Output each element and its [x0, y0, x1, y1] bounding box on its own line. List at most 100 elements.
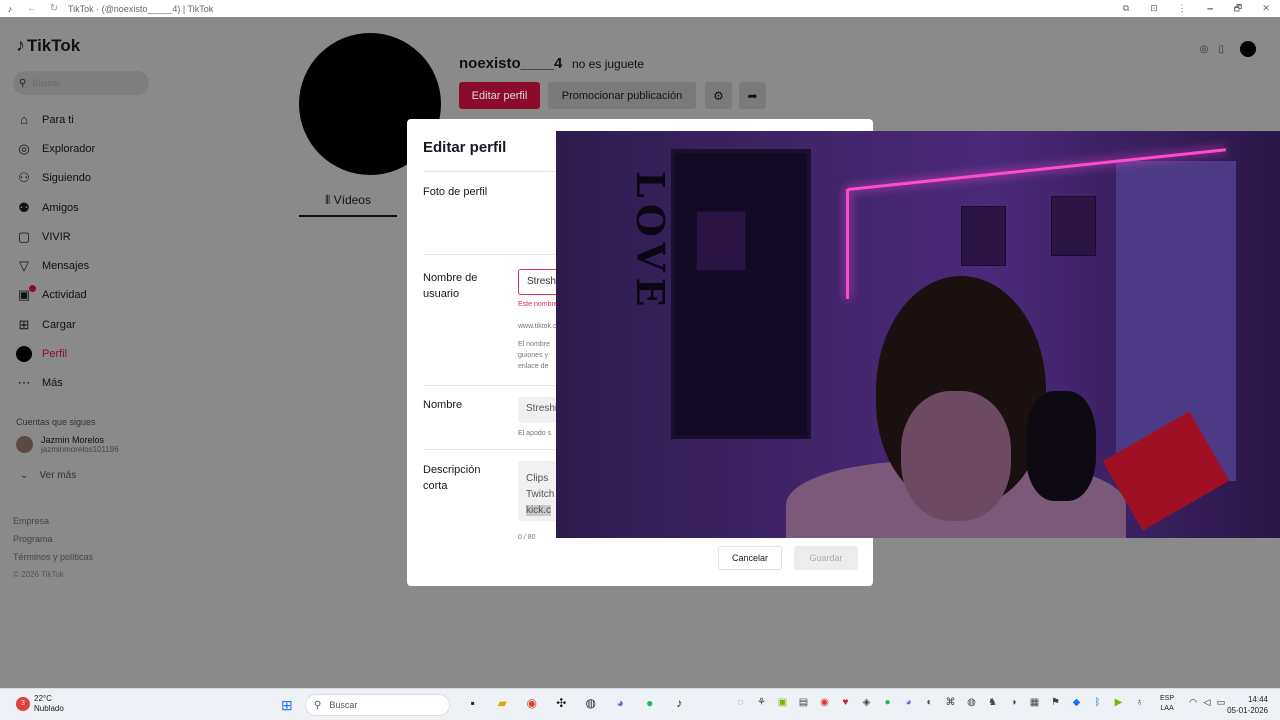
wifi-icon: ◠ [1189, 697, 1197, 707]
battery-icon: ▭ [1216, 697, 1226, 707]
steam-icon[interactable]: ◍ [961, 697, 982, 708]
steam-icon[interactable]: ◍ [576, 696, 606, 710]
webcam-overlay: LOVE [556, 131, 1280, 538]
tray-app-icon[interactable]: ⚘ [751, 697, 772, 708]
avatar [16, 436, 33, 453]
tray-icons: ◌ ⚘ ▣ ▤ ◉ ♥ ◈ ● ◕ ◐ ⌘ ◍ ♞ ◑ ▦ ⚑ ◆ ᛒ ▶ ♁ [730, 697, 1150, 708]
back-icon[interactable]: ← [26, 3, 38, 14]
discord-icon[interactable]: ◕ [606, 696, 636, 710]
footer-link-programa[interactable]: Programa [13, 530, 93, 548]
cancel-button[interactable]: Cancelar [718, 546, 782, 570]
save-button[interactable]: Guardar [794, 546, 858, 570]
device-icon[interactable]: ▯ [1218, 44, 1224, 55]
tiktok-logo[interactable]: ♪ TikTok [16, 35, 80, 56]
tab-icon[interactable]: ⊡ [1140, 3, 1168, 14]
sidebar-item-label: VIVIR [42, 230, 71, 243]
tray-app-icon[interactable]: ◆ [1066, 697, 1087, 708]
bio-selection: kick.c [526, 505, 551, 516]
header-actions: ◎ ▯ [1190, 41, 1256, 57]
avatar[interactable] [1240, 41, 1256, 57]
chrome-icon[interactable]: ◉ [517, 696, 547, 710]
restore-button[interactable]: 🗗 [1224, 1, 1252, 17]
close-button[interactable]: ✕ [1252, 3, 1280, 14]
reload-icon[interactable]: ↻ [48, 3, 60, 14]
sidebar-item-para-ti[interactable]: ⌂ Para ti [14, 105, 194, 134]
followed-account[interactable]: Jazmin Morelos jazminmorelos101196 [16, 435, 119, 454]
sidebar-item-actividad[interactable]: ▣ Actividad [14, 281, 194, 310]
language-indicator[interactable]: ESP LAA [1160, 694, 1174, 714]
taskbar-search[interactable]: ⚲ Buscar [305, 694, 450, 716]
file-explorer-icon[interactable]: ▰ [488, 696, 518, 710]
cam-poster [961, 206, 1006, 266]
tab-videos[interactable]: ⦀ Vídeos [299, 193, 397, 217]
profile-photo-label: Foto de perfil [423, 186, 488, 198]
system-icons[interactable]: ◠ ◁ ▭ [1186, 697, 1228, 708]
sidebar-item-siguiendo[interactable]: ⚇ Siguiendo [14, 164, 194, 193]
sidebar-search[interactable]: ⚲ Buscar [13, 71, 149, 95]
cam-door [671, 149, 811, 439]
sidebar-item-perfil[interactable]: Perfil [14, 339, 194, 368]
username-help: enlace de [518, 363, 549, 370]
sidebar-item-explorador[interactable]: ◎ Explorador [14, 134, 194, 163]
sidebar-item-mas[interactable]: ⋯ Más [14, 369, 194, 398]
tray-app-icon[interactable]: ◑ [1003, 697, 1024, 708]
tray-app-icon[interactable]: ◈ [856, 697, 877, 708]
tray-app-icon[interactable]: ◌ [730, 697, 751, 708]
live-icon: ▢ [17, 228, 31, 244]
copyright: © 2026 TikTok [13, 570, 64, 579]
see-more-link[interactable]: ⌄ Ver más [20, 470, 76, 481]
footer-link-empresa[interactable]: Empresa [13, 512, 93, 530]
nvidia-icon[interactable]: ▣ [772, 697, 793, 708]
menu-dots-icon[interactable]: ⋮ [1168, 3, 1196, 14]
lang-code: ESP [1160, 695, 1175, 702]
tiktok-icon[interactable]: ♪ [665, 696, 695, 710]
weather-widget[interactable]: 3 22°C Nublado [16, 694, 64, 714]
tray-app-icon[interactable]: ▶ [1108, 697, 1129, 708]
modal-title: Editar perfil [423, 139, 507, 156]
spotify-icon[interactable]: ● [635, 696, 665, 710]
weather-alert-icon: 3 [16, 697, 30, 711]
tray-app-icon[interactable]: ▦ [1024, 697, 1045, 708]
extensions-icon[interactable]: ⧉ [1112, 3, 1140, 14]
windows-start-icon[interactable]: ⊞ [281, 697, 293, 714]
grid-icon: ⦀ [325, 193, 334, 207]
profile-username: noexisto____4 [459, 55, 563, 72]
tray-app-icon[interactable]: ▤ [793, 697, 814, 708]
following-icon: ⚇ [18, 170, 30, 186]
system-clock[interactable]: 14:44 05-01-2026 [1227, 694, 1268, 716]
sidebar-item-vivir[interactable]: ▢ VIVIR [14, 222, 194, 251]
footer-link-terminos[interactable]: Términos y políticas [13, 548, 93, 566]
tray-app-icon[interactable]: ⌘ [940, 697, 961, 708]
sidebar-item-label: Amigos [42, 201, 79, 214]
sidebar-item-mensajes[interactable]: ▽ Mensajes [14, 251, 194, 280]
tray-app-icon[interactable]: ◉ [814, 697, 835, 708]
sidebar-item-label: Perfil [42, 348, 68, 361]
sidebar-item-label: Explorador [42, 142, 96, 155]
taskbar-apps: ▪ ▰ ◉ ✣ ◍ ◕ ● ♪ [458, 696, 694, 710]
see-more-label: Ver más [39, 470, 77, 481]
tray-app-icon[interactable]: ◐ [919, 697, 940, 708]
bluetooth-icon[interactable]: ᛒ [1087, 697, 1108, 708]
tray-app-icon[interactable]: ♥ [835, 697, 856, 708]
compass-icon: ◎ [18, 140, 30, 156]
settings-gear-icon[interactable]: ⚙ [705, 82, 732, 109]
microphone-icon[interactable]: ♁ [1129, 697, 1150, 708]
coin-icon[interactable]: ◎ [1200, 44, 1209, 55]
promote-post-button[interactable]: Promocionar publicación [548, 82, 696, 109]
app-icon[interactable]: ✣ [547, 696, 577, 710]
share-icon[interactable]: ➦ [739, 82, 766, 109]
tray-app-icon[interactable]: ◕ [898, 697, 919, 708]
minimize-button[interactable]: 🗕 [1196, 1, 1224, 17]
sidebar-footer: Empresa Programa Términos y políticas © … [13, 512, 93, 584]
tray-app-icon[interactable]: ● [877, 697, 898, 708]
bio-line: kick.c [526, 503, 560, 519]
task-view-icon[interactable]: ▪ [458, 696, 488, 710]
edit-profile-button[interactable]: Editar perfil [459, 82, 540, 109]
sidebar-nav: ⌂ Para ti ◎ Explorador ⚇ Siguiendo ⚉ Ami… [14, 105, 194, 398]
bio-line: Clips [526, 473, 549, 484]
sidebar-item-amigos[interactable]: ⚉ Amigos [14, 193, 194, 222]
tray-app-icon[interactable]: ⚑ [1045, 697, 1066, 708]
tray-app-icon[interactable]: ♞ [982, 697, 1003, 708]
window-title: TikTok · (@noexisto_____4) | TikTok [68, 3, 214, 14]
sidebar-item-cargar[interactable]: ⊞ Cargar [14, 310, 194, 339]
